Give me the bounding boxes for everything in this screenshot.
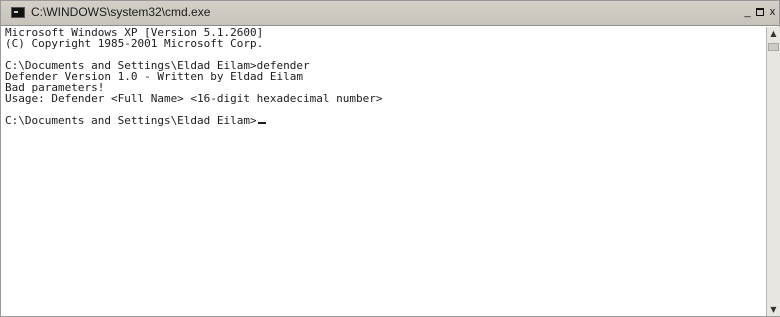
console-line: Usage: Defender <Full Name> <16-digit he… (5, 92, 383, 105)
scroll-down-arrow-icon[interactable]: ▼ (767, 303, 780, 316)
console-line: Defender Version 1.0 - Written by Eldad … (5, 70, 304, 83)
scroll-up-arrow-icon[interactable]: ▲ (767, 27, 780, 40)
cmd-icon[interactable] (11, 7, 25, 18)
prompt-text: C:\Documents and Settings\Eldad Eilam> (5, 114, 257, 127)
title-bar[interactable]: C:\WINDOWS\system32\cmd.exe _ x (1, 1, 779, 26)
close-button[interactable]: x (766, 5, 779, 19)
scroll-thumb[interactable] (768, 43, 779, 51)
console-line: (C) Copyright 1985-2001 Microsoft Corp. (5, 37, 264, 50)
window-title: C:\WINDOWS\system32\cmd.exe (31, 5, 211, 19)
text-cursor (257, 122, 266, 124)
maximize-icon (755, 8, 764, 16)
vertical-scrollbar[interactable]: ▲ ▼ (766, 27, 780, 316)
console-output[interactable]: Microsoft Windows XP [Version 5.1.2600] … (5, 27, 765, 315)
maximize-button[interactable] (753, 5, 766, 19)
console-window: C:\WINDOWS\system32\cmd.exe _ x Microsof… (0, 0, 780, 317)
prompt-line[interactable]: C:\Documents and Settings\Eldad Eilam> (5, 115, 765, 126)
